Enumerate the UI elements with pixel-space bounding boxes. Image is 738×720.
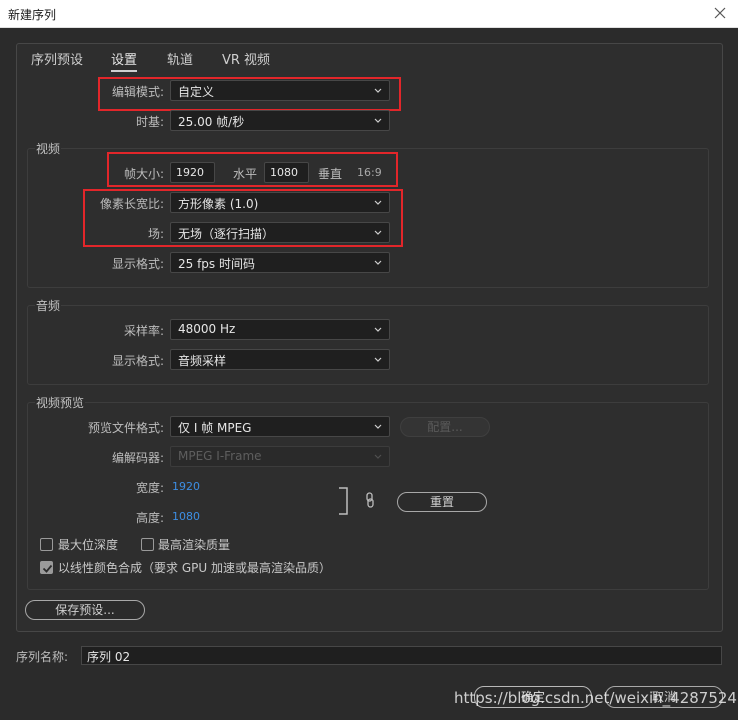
max-bit-depth-label: 最大位深度 [58, 538, 119, 552]
timebase-select[interactable]: 25.00 帧/秒 [170, 110, 390, 131]
chevron-down-icon [373, 114, 383, 126]
chevron-down-icon [373, 450, 383, 462]
video-group-title: 视频 [35, 140, 62, 157]
max-render-quality-label: 最高渲染质量 [158, 538, 231, 552]
linear-color-checkbox[interactable] [40, 561, 53, 574]
audio-display-format-select[interactable]: 音频采样 [170, 349, 390, 370]
timebase-label: 时基: [135, 115, 164, 129]
tab-tracks[interactable]: 轨道 [167, 49, 193, 68]
close-icon[interactable] [712, 4, 728, 22]
preview-file-format-value: 仅 I 帧 MPEG [178, 421, 252, 435]
save-preset-button[interactable]: 保存预设... [25, 600, 145, 620]
preview-width-label: 宽度: [135, 481, 164, 495]
tab-sequence-presets[interactable]: 序列预设 [31, 49, 83, 68]
video-display-format-label: 显示格式: [111, 257, 164, 271]
chevron-down-icon [373, 256, 383, 268]
tab-vr-video[interactable]: VR 视频 [222, 49, 270, 68]
tab-settings[interactable]: 设置 [111, 49, 138, 72]
codec-label: 编解码器: [111, 451, 164, 465]
highlight-box [98, 77, 401, 111]
preview-width-value[interactable]: 1920 [172, 480, 200, 493]
audio-group [27, 305, 709, 385]
max-bit-depth-checkbox[interactable] [40, 538, 53, 551]
codec-value: MPEG I-Frame [178, 449, 262, 463]
video-display-format-select[interactable]: 25 fps 时间码 [170, 252, 390, 273]
window-title: 新建序列 [8, 8, 57, 22]
link-icon[interactable] [365, 492, 375, 508]
preview-file-format-select[interactable]: 仅 I 帧 MPEG [170, 416, 390, 437]
checkmark-icon [42, 564, 53, 573]
max-render-quality-checkbox[interactable] [141, 538, 154, 551]
highlight-box [107, 152, 398, 187]
configure-button[interactable]: 配置... [400, 417, 490, 437]
chevron-down-icon [373, 323, 383, 335]
video-preview-group-title: 视频预览 [35, 394, 86, 411]
sample-rate-label: 采样率: [123, 324, 164, 338]
video-display-format-value: 25 fps 时间码 [178, 257, 255, 271]
audio-display-format-label: 显示格式: [111, 354, 164, 368]
audio-group-title: 音频 [35, 297, 62, 314]
chevron-down-icon [373, 353, 383, 365]
reset-button[interactable]: 重置 [397, 492, 487, 512]
sample-rate-value: 48000 Hz [178, 322, 236, 336]
timebase-value: 25.00 帧/秒 [178, 115, 245, 129]
sample-rate-select[interactable]: 48000 Hz [170, 319, 390, 340]
audio-display-format-value: 音频采样 [178, 354, 227, 368]
title-bar: 新建序列 [0, 0, 738, 28]
codec-select[interactable]: MPEG I-Frame [170, 446, 390, 467]
chevron-down-icon [373, 420, 383, 432]
sequence-name-input[interactable]: 序列 02 [81, 646, 722, 665]
linear-color-label: 以线性颜色合成（要求 GPU 加速或最高渲染品质） [58, 561, 331, 575]
highlight-box [83, 189, 403, 247]
preview-file-format-label: 预览文件格式: [87, 421, 164, 435]
watermark-text: https://blog.csdn.net/weixin_42875245 [454, 689, 738, 707]
sequence-name-label: 序列名称: [16, 650, 69, 664]
link-bracket [338, 487, 350, 515]
preview-height-value[interactable]: 1080 [172, 510, 200, 523]
preview-height-label: 高度: [135, 511, 164, 525]
